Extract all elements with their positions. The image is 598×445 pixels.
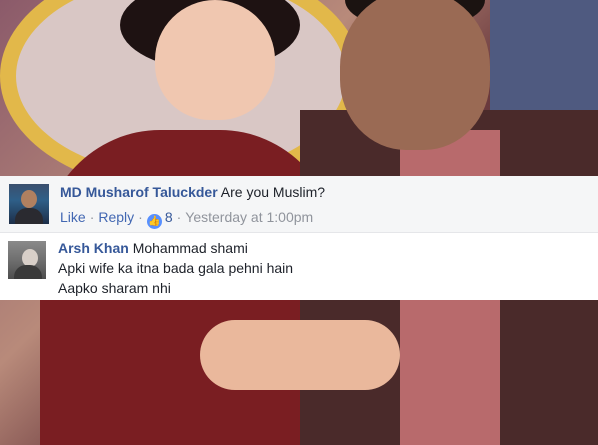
comment-author-link[interactable]: Arsh Khan bbox=[58, 240, 129, 256]
comment-text-line: MD Musharof Taluckder Are you Muslim? bbox=[60, 183, 325, 201]
comment-actions: Like · Reply · 👍 8 · Yesterday at 1:00pm bbox=[60, 209, 314, 229]
comment-timestamp[interactable]: Yesterday at 1:00pm bbox=[185, 209, 313, 225]
comment-body: Mohammad shami bbox=[132, 240, 248, 256]
comment-body-line: Apki wife ka itna bada gala pehni hain bbox=[58, 260, 294, 276]
like-thumb-icon[interactable]: 👍 bbox=[146, 214, 162, 229]
comment-thread: MD Musharof Taluckder Are you Muslim? Li… bbox=[0, 176, 598, 300]
comment-item: Arsh Khan Mohammad shami Apki wife ka it… bbox=[0, 233, 598, 300]
comment-body: Are you Muslim? bbox=[220, 184, 326, 200]
reaction-count[interactable]: 8 bbox=[165, 209, 173, 225]
comment-item: MD Musharof Taluckder Are you Muslim? Li… bbox=[0, 176, 598, 232]
avatar[interactable] bbox=[8, 241, 46, 279]
comment-author-link[interactable]: MD Musharof Taluckder bbox=[60, 184, 218, 200]
reply-link[interactable]: Reply bbox=[98, 209, 134, 225]
comment-text-line: Arsh Khan Mohammad shami bbox=[58, 239, 248, 257]
like-link[interactable]: Like bbox=[60, 209, 86, 225]
avatar[interactable] bbox=[9, 184, 49, 224]
comment-body-line: Aapko sharam nhi bbox=[58, 280, 171, 296]
